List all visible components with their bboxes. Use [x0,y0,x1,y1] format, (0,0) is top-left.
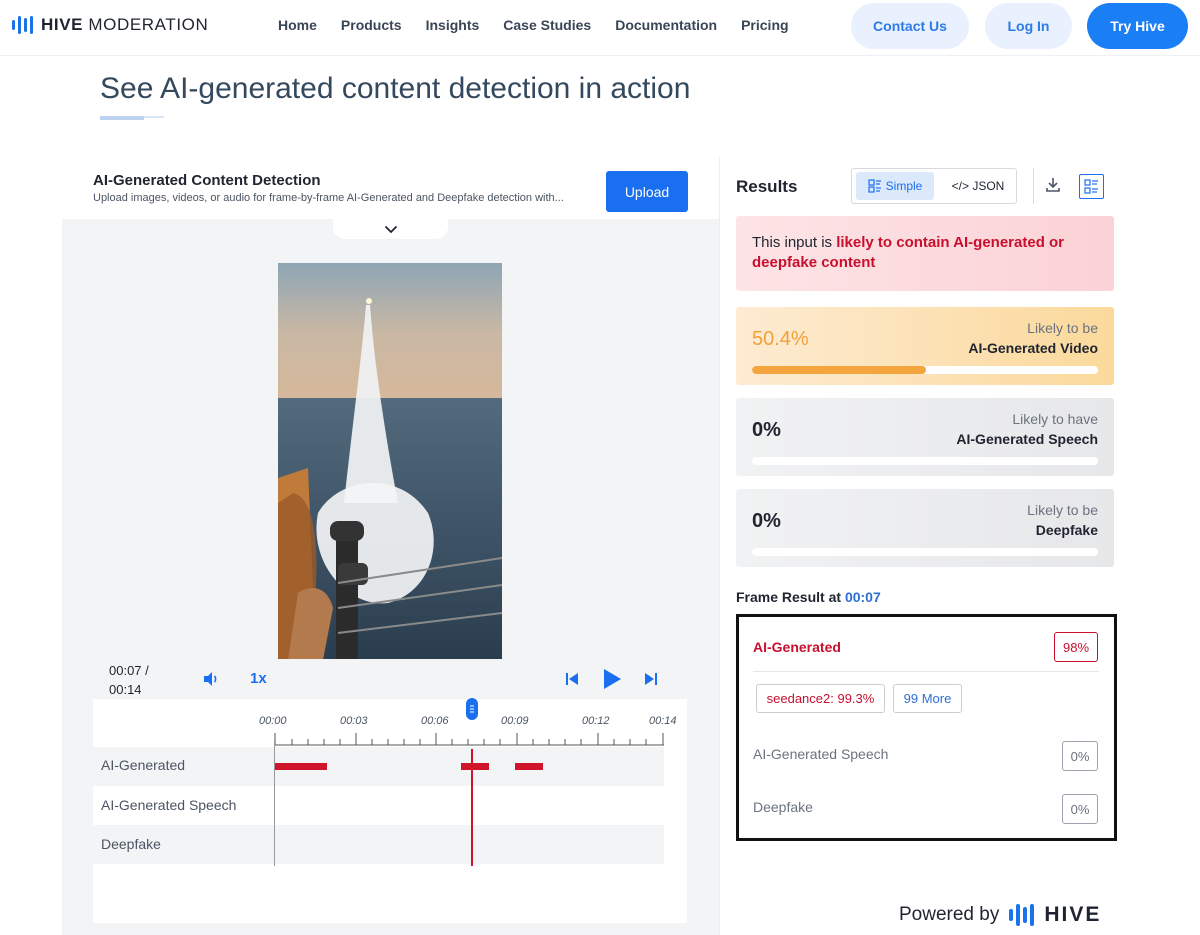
score-card-ai-speech: 0% Likely to have AI-Generated Speech [736,398,1114,476]
simple-view-tab[interactable]: Simple [856,172,934,200]
results-title: Results [736,177,798,196]
play-icon[interactable] [601,668,623,690]
frame-deepfake-score-badge: 0% [1062,794,1098,824]
nav-links: Home Products Insights Case Studies Docu… [278,17,813,33]
track-label: AI-Generated [101,757,186,773]
score-percent: 0% [752,419,781,441]
detection-segment[interactable] [515,763,543,770]
skip-back-icon[interactable] [565,672,579,686]
logo-text: HIVE MODERATION [41,15,209,34]
log-in-button[interactable]: Log In [985,3,1072,49]
score-bar-fill [752,366,927,374]
collapse-toggle[interactable] [333,219,448,239]
frame-speech-score-badge: 0% [1062,741,1098,771]
frame-ai-label: AI-Generated [753,639,841,655]
nav-link-insights[interactable]: Insights [426,17,480,33]
nav-link-products[interactable]: Products [341,17,402,33]
title-underline [100,116,164,120]
track-row-ai-speech: AI-Generated Speech [93,786,664,825]
verdict-alert: This input is likely to contain AI-gener… [736,216,1114,291]
upload-button[interactable]: Upload [606,171,688,212]
track-label: Deepfake [101,836,161,852]
hive-logo[interactable]: HIVE MODERATION [12,15,208,35]
frame-result-title: Frame Result at 00:07 [736,589,881,605]
score-bar [752,366,1098,374]
nav-link-documentation[interactable]: Documentation [615,17,717,33]
playback-speed-button[interactable]: 1x [250,670,267,687]
chevron-down-icon [384,225,397,233]
score-card-ai-video: 50.4% Likely to be AI-Generated Video [736,307,1114,385]
scrub-handle[interactable] [466,698,478,720]
hive-wordmark: HIVE [1044,903,1102,926]
time-readout: 00:07 / 00:14 [109,663,149,697]
score-bar [752,548,1098,556]
frame-speech-label: AI-Generated Speech [753,746,889,762]
hive-logo-icon [1009,904,1035,926]
detection-segment[interactable] [461,763,489,770]
score-card-deepfake: 0% Likely to be Deepfake [736,489,1114,567]
frame-deepfake-label: Deepfake [753,799,813,815]
contact-us-button[interactable]: Contact Us [851,3,969,49]
detector-subtitle: Upload images, videos, or audio for fram… [93,192,564,204]
video-frame-image [278,263,502,660]
more-sources-button[interactable]: 99 More [893,684,962,713]
top-nav: HIVE MODERATION Home Products Insights C… [0,0,1200,56]
nav-link-case-studies[interactable]: Case Studies [503,17,591,33]
track-row-deepfake: Deepfake [93,825,664,864]
track-row-ai-generated: AI-Generated [93,747,664,786]
try-hive-button[interactable]: Try Hive [1087,3,1188,49]
detector-title: AI-Generated Content Detection [93,172,321,189]
source-model-chip[interactable]: seedance2: 99.3% [756,684,885,713]
score-percent: 0% [752,510,781,532]
frame-ai-score-badge: 98% [1054,632,1098,662]
nav-link-pricing[interactable]: Pricing [741,17,788,33]
json-view-tab[interactable]: </> JSON [942,172,1014,200]
timeline-player: 00:07 / 00:14 1x 00:00 00:03 00:06 00:09… [93,659,687,923]
playhead-line [471,749,473,866]
view-toggle: Simple </> JSON [851,168,1017,204]
skip-forward-icon[interactable] [644,672,658,686]
nav-link-home[interactable]: Home [278,17,317,33]
detection-segment[interactable] [275,763,327,770]
details-list-icon[interactable] [1079,174,1104,199]
volume-icon[interactable] [202,671,220,687]
download-icon[interactable] [1045,177,1061,193]
score-percent: 50.4% [752,328,809,350]
list-view-icon [868,179,881,193]
player-controls: 00:07 / 00:14 1x [93,659,687,699]
powered-by: Powered by HIVE [899,903,1102,926]
score-bar [752,457,1098,465]
track-label: AI-Generated Speech [101,797,237,813]
video-preview[interactable] [278,263,502,660]
page-title: See AI-generated content detection in ac… [100,72,691,105]
frame-result-box: AI-Generated 98% seedance2: 99.3% 99 Mor… [736,614,1117,841]
hive-logo-icon [12,16,33,34]
